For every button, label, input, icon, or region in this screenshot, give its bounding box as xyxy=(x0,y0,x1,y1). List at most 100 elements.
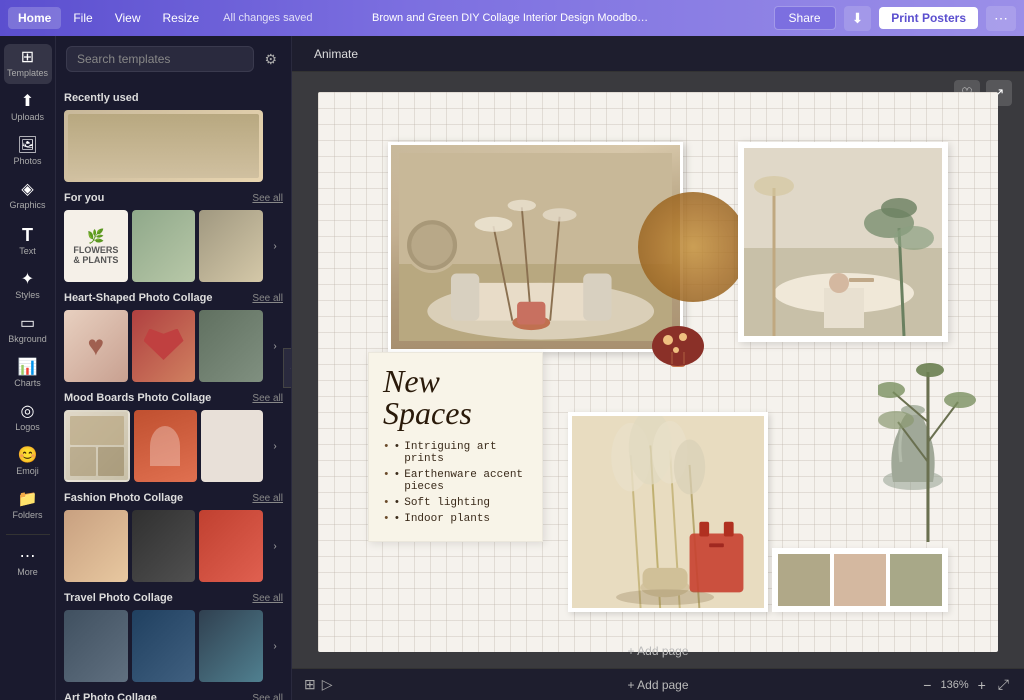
template-thumb-travel-1[interactable] xyxy=(64,610,128,682)
right-room-photo[interactable] xyxy=(738,142,948,342)
mood-boards-see-all[interactable]: See all xyxy=(252,393,283,404)
sidebar-item-photos[interactable]: 🖼 Photos xyxy=(4,132,52,172)
template-thumb-mood-1[interactable] xyxy=(64,410,130,482)
abstract-art-element[interactable] xyxy=(648,302,708,372)
swatch-sage-gray[interactable] xyxy=(890,554,942,606)
for-you-grid: 🌿 FLOWERS& PLANTS › xyxy=(64,210,283,282)
canvas-wrapper[interactable]: ♡ ↗ xyxy=(292,72,1024,668)
emoji-icon: 😊 xyxy=(18,448,38,464)
art-see-all[interactable]: See all xyxy=(252,693,283,700)
sidebar-item-background[interactable]: ▭ Bkground xyxy=(4,310,52,350)
for-you-next-arrow[interactable]: › xyxy=(267,210,283,282)
template-thumb-fashion-1[interactable] xyxy=(64,510,128,582)
bullet-dot: • xyxy=(394,513,401,525)
swatch-dusty-rose[interactable] xyxy=(834,554,886,606)
animate-button[interactable]: Animate xyxy=(304,43,368,65)
pampas-photo[interactable] xyxy=(568,412,768,612)
sidebar-label-logos: Logos xyxy=(15,422,40,432)
text-card[interactable]: New Spaces •Intriguing art prints•Earthe… xyxy=(368,352,543,542)
bullet-dot: • xyxy=(394,441,401,465)
recently-used-header: Recently used xyxy=(64,92,283,104)
swatch-warm-gray[interactable] xyxy=(778,554,830,606)
view-menu-button[interactable]: View xyxy=(105,7,151,29)
present-button[interactable]: ▷ xyxy=(322,676,333,693)
sidebar-label-more: More xyxy=(17,567,38,577)
add-page-button[interactable]: + Add page xyxy=(627,644,688,658)
topbar-right: Share ⬇ Print Posters ⋯ xyxy=(680,6,1016,31)
cork-circle xyxy=(638,192,748,302)
template-thumb-travel-2[interactable] xyxy=(132,610,196,682)
template-thumb-mood-3[interactable] xyxy=(201,410,263,482)
template-thumb-fashion-2[interactable] xyxy=(132,510,196,582)
photos-icon: 🖼 xyxy=(17,138,37,154)
mushroom-svg xyxy=(648,302,708,372)
template-thumb-heart-3[interactable] xyxy=(199,310,263,382)
canvas-toolbar: Animate xyxy=(292,36,1024,72)
topbar-center: Brown and Green DIY Collage Interior Des… xyxy=(344,12,680,24)
sidebar-item-folders[interactable]: 📁 Folders xyxy=(4,486,52,526)
mood-next-arrow[interactable]: › xyxy=(267,410,283,482)
template-thumb-foryou-3[interactable] xyxy=(199,210,263,282)
sidebar-item-graphics[interactable]: ◈ Graphics xyxy=(4,176,52,216)
sidebar-item-uploads[interactable]: ⬆ Uploads xyxy=(4,88,52,128)
fit-view-button[interactable]: ⤢ xyxy=(995,676,1012,693)
folders-icon: 📁 xyxy=(18,492,38,508)
zoom-out-button[interactable]: − xyxy=(920,677,934,693)
for-you-header: For you See all xyxy=(64,192,283,204)
bullet-text: Intriguing art prints xyxy=(404,441,528,465)
sidebar-item-text[interactable]: T Text xyxy=(4,220,52,262)
add-page-area: + Add page xyxy=(627,642,688,660)
heart-next-arrow[interactable]: › xyxy=(267,310,283,382)
template-thumb-heart-2[interactable] xyxy=(132,310,196,382)
travel-see-all[interactable]: See all xyxy=(252,593,283,604)
file-menu-button[interactable]: File xyxy=(63,7,102,29)
mood-boards-header: Mood Boards Photo Collage See all xyxy=(64,392,283,404)
template-thumb-fashion-3[interactable] xyxy=(199,510,263,582)
heart-shaped-header: Heart-Shaped Photo Collage See all xyxy=(64,292,283,304)
template-thumb-foryou-2[interactable] xyxy=(132,210,196,282)
add-page-label: + Add page xyxy=(627,678,688,692)
share-button[interactable]: Share xyxy=(774,6,836,30)
sidebar-item-styles[interactable]: ✦ Styles xyxy=(4,266,52,306)
sidebar-item-emoji[interactable]: 😊 Emoji xyxy=(4,442,52,482)
charts-icon: 📊 xyxy=(18,360,38,376)
bullet-item-4: •Indoor plants xyxy=(383,511,528,527)
sidebar-item-charts[interactable]: 📊 Charts xyxy=(4,354,52,394)
art-title: Art Photo Collage xyxy=(64,692,157,700)
search-input[interactable] xyxy=(66,46,254,72)
more-options-button[interactable]: ⋯ xyxy=(986,6,1016,31)
color-swatches xyxy=(772,548,948,612)
sidebar-label-emoji: Emoji xyxy=(16,466,39,476)
template-thumb-flowers[interactable]: 🌿 FLOWERS& PLANTS xyxy=(64,210,128,282)
download-button[interactable]: ⬇ xyxy=(844,6,872,31)
resize-menu-button[interactable]: Resize xyxy=(152,7,209,29)
print-button[interactable]: Print Posters xyxy=(879,7,978,29)
bullet-text: Earthenware accent pieces xyxy=(404,469,528,493)
sidebar-item-more[interactable]: ⋯ More xyxy=(4,543,52,583)
sidebar-label-graphics: Graphics xyxy=(9,200,45,210)
travel-grid: › xyxy=(64,610,283,682)
more-icon: ⋯ xyxy=(20,549,36,565)
bullet-item-3: •Soft lighting xyxy=(383,495,528,511)
heart-shaped-see-all[interactable]: See all xyxy=(252,293,283,304)
for-you-see-all[interactable]: See all xyxy=(252,193,283,204)
sidebar-item-logos[interactable]: ◎ Logos xyxy=(4,398,52,438)
filter-button[interactable]: ⚙ xyxy=(260,49,281,70)
travel-title: Travel Photo Collage xyxy=(64,592,173,604)
fashion-see-all[interactable]: See all xyxy=(252,493,283,504)
travel-next-arrow[interactable]: › xyxy=(267,610,283,682)
moodboard-canvas[interactable]: my fave artist → xyxy=(318,92,998,652)
fashion-next-arrow[interactable]: › xyxy=(267,510,283,582)
styles-icon: ✦ xyxy=(21,272,34,288)
hide-panel-button[interactable]: ‹ xyxy=(283,348,292,388)
home-button[interactable]: Home xyxy=(8,7,61,29)
fashion-header: Fashion Photo Collage See all xyxy=(64,492,283,504)
template-thumb-travel-3[interactable] xyxy=(199,610,263,682)
template-thumb-mood-2[interactable] xyxy=(134,410,196,482)
template-thumb-heart-1[interactable]: ♥ xyxy=(64,310,128,382)
sidebar-item-templates[interactable]: ⊞ Templates xyxy=(4,44,52,84)
zoom-in-button[interactable]: + xyxy=(975,677,989,693)
templates-scroll[interactable]: Recently used For you See all 🌿 xyxy=(56,78,291,700)
grid-view-button[interactable]: ⊞ xyxy=(304,676,316,693)
template-thumb-recent-1[interactable] xyxy=(64,110,263,182)
